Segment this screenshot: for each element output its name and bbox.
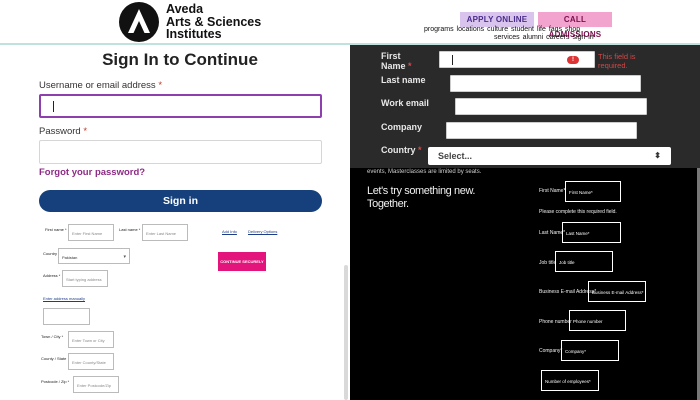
enter-address-manually-link[interactable]: Enter address manually	[43, 296, 85, 301]
main-nav-row-2[interactable]: services alumni careers sign in	[494, 34, 594, 41]
last-name-label: Last name *	[119, 227, 141, 232]
aveda-logo-icon[interactable]	[119, 2, 159, 42]
first-name-label: First Name *	[381, 51, 412, 72]
page-title: Sign In to Continue	[102, 50, 258, 69]
tagline-line-2: Together.	[367, 198, 409, 210]
wf-first-name-input[interactable]: First Name*	[565, 181, 621, 202]
wf-required-message: Please complete this required field.	[539, 209, 617, 215]
wf-employees-select[interactable]: Number of employees*	[541, 370, 599, 391]
password-label-text: Password	[39, 126, 81, 137]
error-alert-icon: !	[567, 56, 579, 64]
text-caret	[452, 55, 453, 65]
first-name-label-line-2: Name *	[381, 60, 412, 72]
required-mark: *	[418, 145, 422, 155]
county-state-input[interactable]: Enter County/State	[68, 353, 114, 370]
company-label: Company	[381, 122, 423, 132]
wf-job-title-input[interactable]: Job title	[555, 251, 613, 272]
work-email-label-text: Work email	[381, 98, 429, 108]
sign-in-panel: Sign In to Continue Username or email ad…	[0, 45, 350, 400]
required-mark: *	[158, 80, 163, 91]
last-name-input[interactable]: Enter Last Name	[142, 224, 188, 241]
logo-line-3: Institutes	[166, 27, 222, 41]
country-select[interactable]: Select... ⬍	[428, 147, 671, 165]
wf-last-name-input[interactable]: Last Name*	[562, 222, 621, 243]
last-name-input[interactable]	[450, 75, 641, 92]
wf-job-title-label: Job title	[539, 260, 557, 266]
delivery-options-link[interactable]: Delivery Options	[248, 229, 277, 234]
work-email-label: Work email	[381, 98, 429, 109]
dark-form-panel: events, Masterclasses are limited by sea…	[350, 45, 700, 400]
tagline: Let's try something new. Together.	[367, 185, 475, 211]
logo-wordmark[interactable]: Aveda Arts & Sciences Institutes	[166, 3, 261, 41]
wf-company-label: Company*	[539, 348, 563, 354]
field-error-message: This field is required.	[598, 52, 636, 70]
postcode-label: Postcode / Zip *	[41, 379, 70, 384]
username-label-text: Username or email address	[39, 80, 156, 91]
country-label: Country	[43, 251, 58, 256]
postcode-input[interactable]: Enter Postcode/Zip	[73, 376, 119, 393]
chevron-down-icon: ▾	[123, 254, 126, 260]
password-label: Password *	[39, 126, 87, 137]
country-label: Country *	[381, 145, 422, 156]
apply-online-button[interactable]: APPLY ONLINE	[460, 12, 534, 27]
left-scrollbar[interactable]	[344, 265, 348, 400]
tagline-line-1: Let's try something new.	[367, 185, 476, 197]
forgot-password-link[interactable]: Forgot your password?	[39, 167, 145, 178]
town-city-label: Town / City *	[41, 334, 64, 339]
username-label: Username or email address *	[39, 80, 162, 91]
main-nav-row-1[interactable]: programs locations culture student life …	[424, 26, 580, 33]
town-city-input[interactable]: Enter Town or City	[68, 331, 114, 348]
text-caret	[53, 101, 54, 112]
add-info-link[interactable]: Add Info	[222, 229, 237, 234]
sign-in-button[interactable]: Sign in	[39, 190, 322, 212]
address-input[interactable]: Start typing address	[62, 270, 108, 287]
wf-company-input[interactable]: Company*	[561, 340, 619, 361]
call-admissions-button[interactable]: CALL ADMISSIONS	[538, 12, 612, 39]
work-email-input[interactable]	[455, 98, 647, 115]
required-mark: *	[83, 126, 88, 137]
password-input[interactable]	[39, 140, 322, 164]
site-header: Aveda Arts & Sciences Institutes APPLY O…	[0, 0, 700, 45]
dark-contact-form: First Name * ! This field is required. L…	[350, 45, 700, 168]
first-name-label: First name *	[45, 227, 67, 232]
select-arrows-icon: ⬍	[654, 151, 661, 160]
required-mark: *	[408, 60, 412, 71]
first-name-label-line-2-text: Name	[381, 60, 406, 71]
country-select-placeholder: Select...	[438, 151, 473, 161]
country-select-value: Pakistan	[62, 255, 78, 260]
county-state-label: County / State	[41, 356, 67, 361]
event-text: events, Masterclasses are limited by sea…	[367, 169, 482, 175]
username-input[interactable]	[39, 94, 322, 118]
manual-address-input[interactable]	[43, 308, 90, 325]
wf-business-email-input[interactable]: Business E-mail Address*	[588, 281, 646, 302]
wf-phone-label: Phone number	[539, 319, 572, 325]
address-label: Address *	[43, 273, 61, 278]
logo-line-1: Aveda	[166, 2, 204, 16]
last-name-label: Last name	[381, 75, 426, 85]
continue-securely-button[interactable]: CONTINUE SECURELY	[218, 252, 266, 271]
wf-first-name-label: First Name*	[539, 188, 566, 194]
country-label-text: Country	[381, 145, 416, 155]
screenshot-collage: Aveda Arts & Sciences Institutes APPLY O…	[0, 0, 700, 400]
first-name-input[interactable]: !	[439, 51, 595, 68]
wf-phone-input[interactable]: Phone number	[569, 310, 626, 331]
company-input[interactable]	[446, 122, 637, 139]
first-name-input[interactable]: Enter First Name	[68, 224, 114, 241]
country-select[interactable]: Pakistan ▾	[58, 248, 130, 264]
